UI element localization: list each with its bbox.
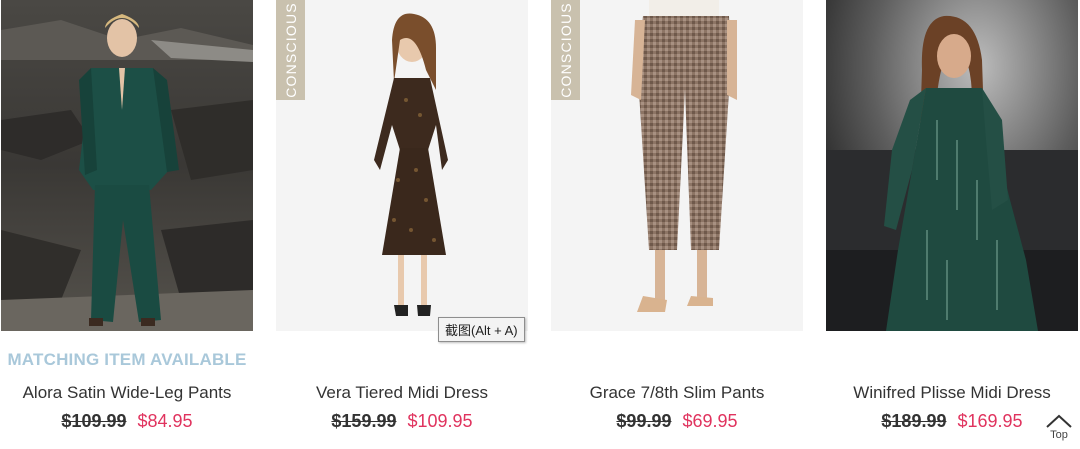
product-prices: $109.99 $84.95 [1,411,253,432]
product-image[interactable]: CONSCIOUS [276,0,528,331]
conscious-badge: CONSCIOUS [276,0,305,100]
sale-price: $69.95 [682,411,738,431]
product-card[interactable]: CONSCIOUS Grace 7/8th Slim Pants $99.99 … [551,0,803,431]
sale-price: $109.95 [407,411,473,431]
product-photo [826,0,1078,331]
product-photo [1,0,253,331]
product-photo [276,0,528,331]
product-name[interactable]: Winifred Plisse Midi Dress [816,383,1080,403]
sale-price: $169.95 [957,411,1023,431]
product-card[interactable]: CONSCIOUS Vera Tiered Midi Dress $159.99… [276,0,528,431]
matching-item-note[interactable]: MATCHING ITEM AVAILABLE [1,350,253,370]
product-name[interactable]: Grace 7/8th Slim Pants [541,383,813,403]
product-prices: $99.99 $69.95 [551,411,803,432]
sale-price: $84.95 [137,411,193,431]
original-price: $99.99 [616,411,672,431]
product-image[interactable]: CONSCIOUS [551,0,803,331]
conscious-badge: CONSCIOUS [551,0,580,100]
screenshot-tooltip: 截图(Alt + A) [438,317,525,342]
original-price: $159.99 [331,411,397,431]
product-card[interactable]: Winifred Plisse Midi Dress $189.99 $169.… [826,0,1078,431]
back-to-top-button[interactable]: Top [1040,413,1078,449]
back-to-top-label: Top [1050,429,1068,441]
original-price: $109.99 [61,411,127,431]
product-name[interactable]: Alora Satin Wide-Leg Pants [0,383,263,403]
product-card[interactable]: MATCHING ITEM AVAILABLE Alora Satin Wide… [1,0,253,431]
chevron-up-icon [1046,414,1072,428]
product-image[interactable] [1,0,253,331]
original-price: $189.99 [881,411,947,431]
product-photo [551,0,803,331]
product-image[interactable] [826,0,1078,331]
product-name[interactable]: Vera Tiered Midi Dress [266,383,538,403]
product-prices: $159.99 $109.95 [276,411,528,432]
